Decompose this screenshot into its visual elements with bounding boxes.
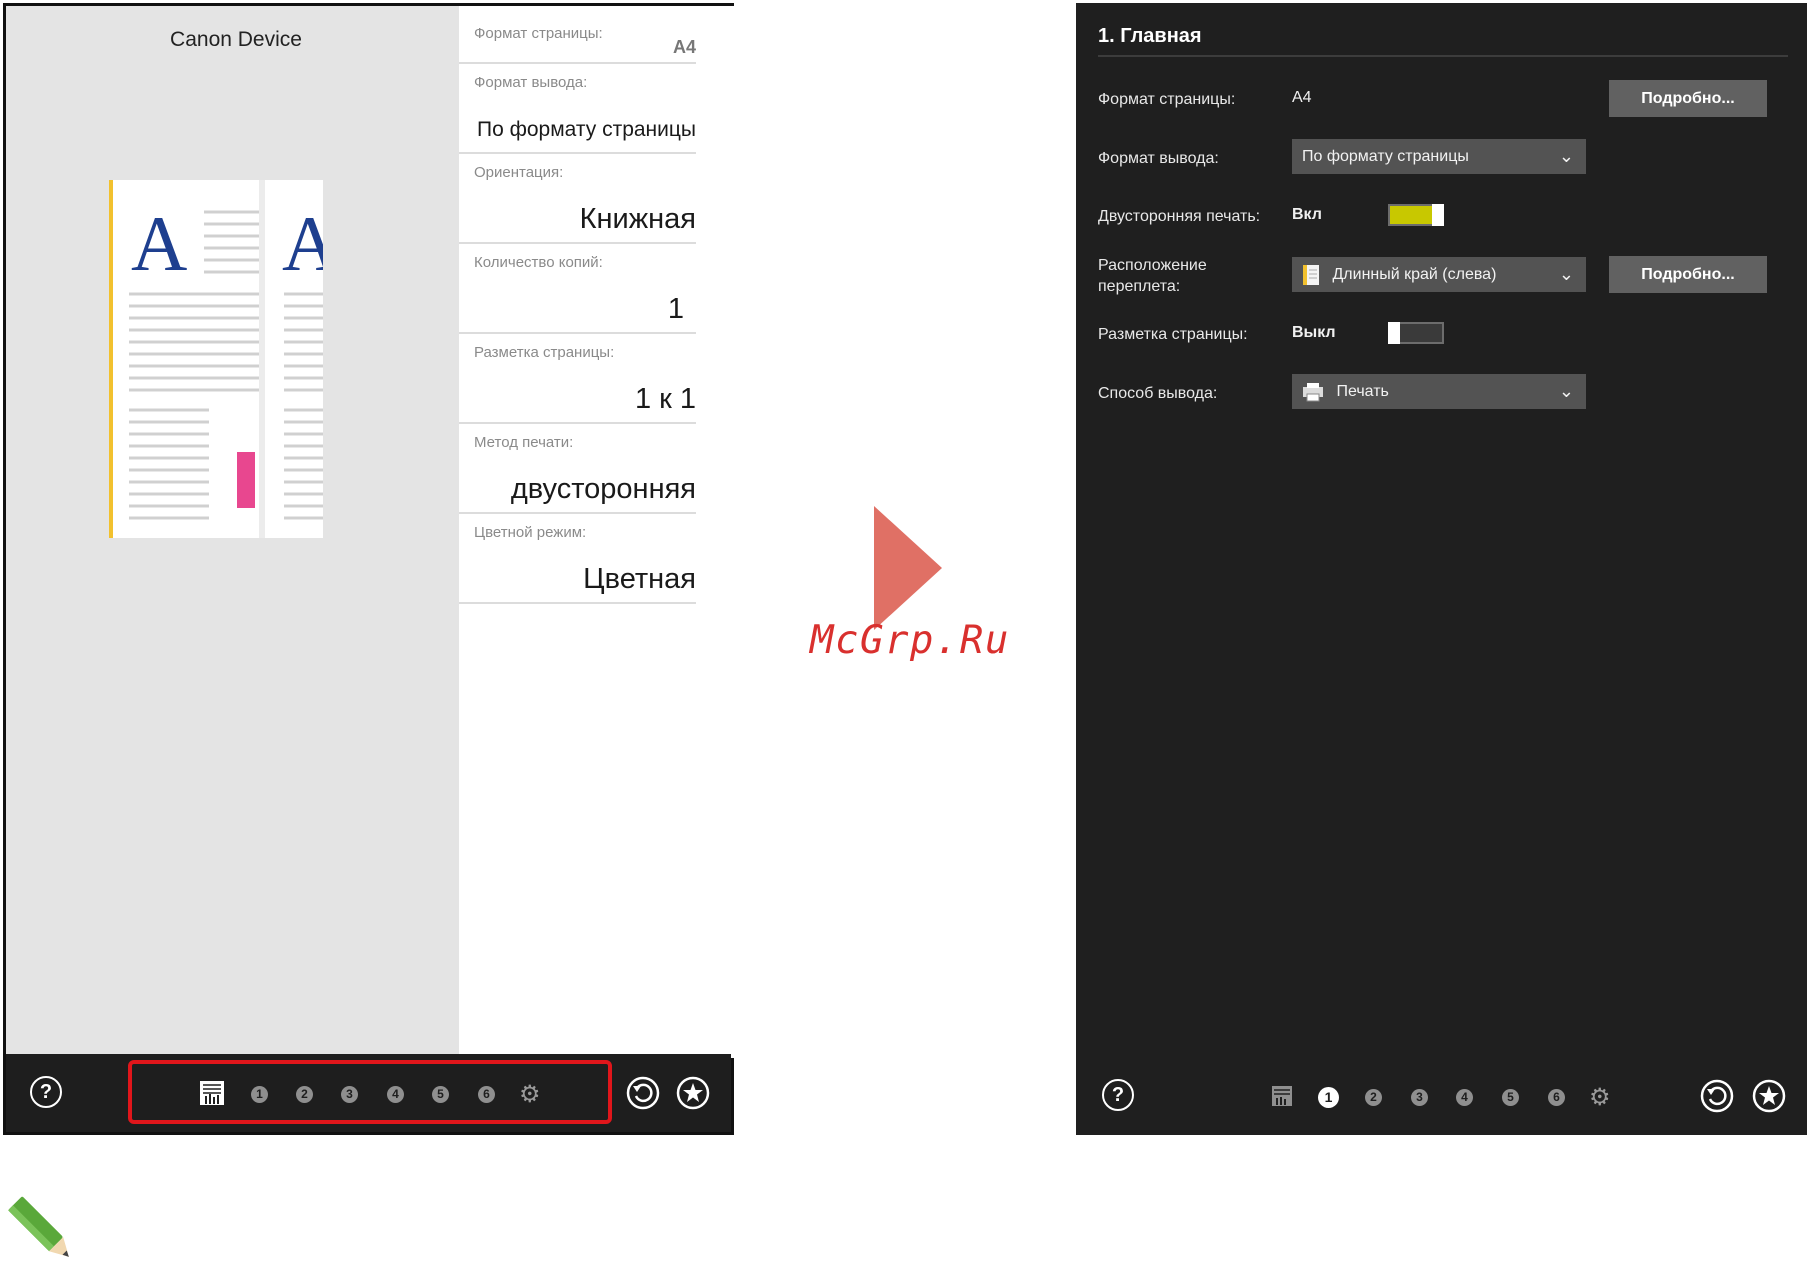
nav-tab-5[interactable]: 5 [432,1086,449,1103]
printer-icon [1303,382,1323,402]
setting-value: Книжная [579,203,696,235]
duplex-label: Двусторонняя печать: [1098,208,1261,225]
nav-tab-3[interactable]: 3 [1411,1089,1428,1106]
transition-arrow-icon [874,506,942,630]
binding-value: Длинный край (слева) [1332,266,1497,283]
setting-print-method[interactable]: Метод печати: двусторонняя [459,424,696,514]
setting-value: A4 [672,37,696,57]
page-size-details-button[interactable]: Подробно... [1609,80,1767,117]
output-size-label: Формат вывода: [1098,150,1219,167]
page-size-value: A4 [1292,89,1312,106]
gear-icon[interactable]: ⚙ [519,1080,541,1109]
nav-tab-4[interactable]: 4 [1456,1089,1473,1106]
right-panel: 1. Главная Формат страницы: A4 Подробно.… [1076,3,1807,1135]
page-preview: A A [109,180,323,538]
help-button[interactable]: ? [30,1076,62,1108]
setting-output-size[interactable]: Формат вывода: По формату страницы [459,64,696,154]
device-name: Canon Device [170,28,302,51]
nav-tab-6[interactable]: 6 [1548,1089,1565,1106]
binding-edge-icon [1303,264,1319,285]
note-pencil-icon [8,1196,69,1257]
setting-label: Разметка страницы: [474,344,615,361]
settings-summary: Формат страницы: A4 Формат вывода: По фо… [459,6,734,1058]
binding-details-button[interactable]: Подробно... [1609,256,1767,293]
gear-icon[interactable]: ⚙ [1589,1083,1611,1112]
nav-tab-6[interactable]: 6 [478,1086,495,1103]
chevron-down-icon: ⌄ [1558,264,1574,284]
nav-tab-1[interactable]: 1 [251,1086,268,1103]
binding-label: Расположение переплета: [1098,255,1207,297]
svg-text:A: A [282,200,323,287]
nav-tab-4[interactable]: 4 [387,1086,404,1103]
binding-label-line2: переплета: [1098,278,1181,295]
setting-value: Цветная [583,563,696,595]
setting-value: По формату страницы [476,118,696,141]
page-layout-label: Разметка страницы: [1098,326,1248,343]
help-button[interactable]: ? [1102,1079,1134,1111]
page-size-label: Формат страницы: [1098,91,1236,108]
toggle-knob [1388,322,1400,344]
toggle-knob [1432,204,1444,226]
binding-label-line1: Расположение [1098,257,1207,274]
page-layout-state: Выкл [1292,324,1336,341]
setting-label: Количество копий: [474,254,603,271]
watermark: McGrp.Ru [810,618,1010,663]
setting-label: Цветной режим: [474,524,587,541]
setting-value: двусторонняя [510,473,696,505]
duplex-state: Вкл [1292,206,1322,223]
chevron-down-icon: ⌄ [1558,381,1574,401]
title-divider [1098,55,1788,57]
nav-tab-5[interactable]: 5 [1502,1089,1519,1106]
output-size-value: По формату страницы [1302,148,1469,165]
chevron-down-icon: ⌄ [1558,146,1574,166]
quick-setup-icon[interactable] [199,1080,225,1106]
bottom-bar: ? 1 2 3 4 5 6 ⚙ [6,1054,731,1132]
svg-text:A: A [131,200,187,287]
setting-orientation[interactable]: Ориентация: Книжная [459,154,696,244]
setting-value: 1 к 1 [634,383,696,415]
left-panel: Canon Device A A Формат страницы: A4 Фор… [3,3,734,1135]
quick-setup-icon[interactable] [1271,1085,1293,1107]
bottom-bar: ? 1 2 3 4 5 6 ⚙ [1076,1057,1807,1135]
setting-label: Метод печати: [474,434,574,451]
page-title: 1. Главная [1098,25,1202,47]
favorite-star-icon[interactable] [1752,1079,1786,1113]
setting-label: Формат вывода: [474,74,588,91]
setting-label: Формат страницы: [474,25,603,42]
setting-copies[interactable]: Количество копий: 1 [459,244,696,334]
output-method-value: Печать [1336,383,1389,400]
setting-page-size[interactable]: Формат страницы: A4 [459,16,696,64]
output-size-dropdown[interactable]: По формату страницы ⌄ [1292,139,1586,174]
reset-icon[interactable] [626,1076,660,1110]
favorite-star-icon[interactable] [676,1076,710,1110]
nav-tab-3[interactable]: 3 [341,1086,358,1103]
setting-label: Ориентация: [474,164,564,181]
reset-icon[interactable] [1700,1079,1734,1113]
setting-value: 1 [667,293,684,325]
setting-page-layout[interactable]: Разметка страницы: 1 к 1 [459,334,696,424]
setting-color-mode[interactable]: Цветной режим: Цветная [459,514,696,604]
nav-tab-2[interactable]: 2 [296,1086,313,1103]
nav-tab-2[interactable]: 2 [1365,1089,1382,1106]
page-layout-toggle[interactable] [1388,322,1444,344]
output-method-label: Способ вывода: [1098,385,1218,402]
nav-tab-1[interactable]: 1 [1318,1087,1339,1108]
output-method-dropdown[interactable]: Печать ⌄ [1292,374,1586,409]
duplex-toggle[interactable] [1388,204,1444,226]
binding-dropdown[interactable]: Длинный край (слева) ⌄ [1292,257,1586,292]
